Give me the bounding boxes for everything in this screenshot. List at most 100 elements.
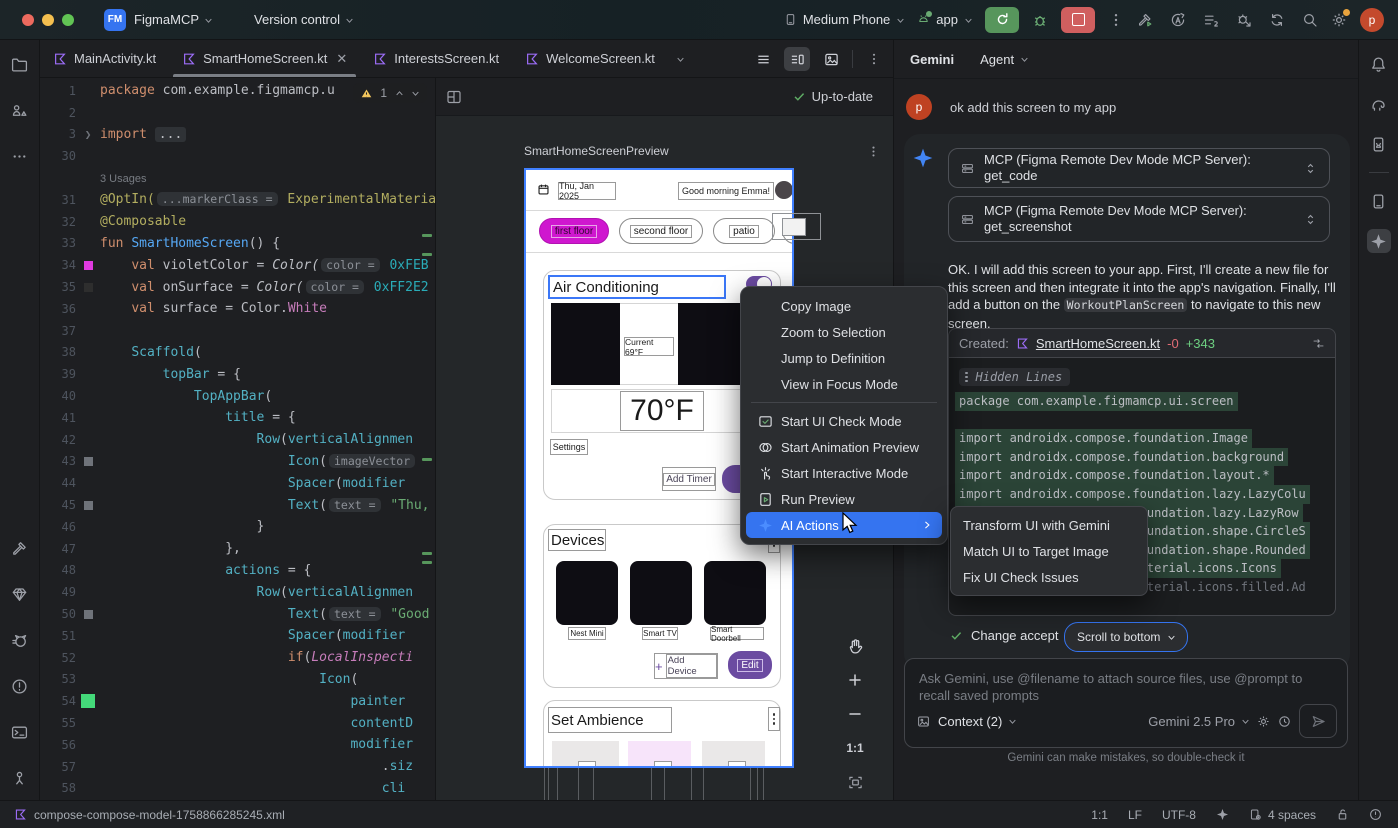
inspection-widget[interactable]: 1 — [353, 83, 427, 103]
editor-line[interactable]: 49 Row(verticalAlignmen — [40, 581, 435, 603]
indent-setting[interactable]: 4 spaces — [1249, 808, 1316, 822]
maximize-window-button[interactable] — [62, 14, 74, 26]
resource-manager-icon[interactable] — [8, 98, 32, 122]
gradle-elephant-icon[interactable] — [1367, 92, 1391, 116]
running-devices-icon[interactable] — [1367, 189, 1391, 213]
device-tile[interactable] — [704, 561, 766, 625]
tab-agent[interactable]: Agent — [980, 52, 1028, 67]
pan-hand-icon[interactable] — [842, 634, 868, 658]
expand-chevrons-icon[interactable] — [1304, 162, 1317, 175]
ac-panel-right[interactable] — [678, 303, 746, 385]
editor-line[interactable]: 30 — [40, 145, 435, 167]
preview-layout-icon[interactable] — [446, 89, 462, 105]
editor-line[interactable]: 51 Spacer(modifier — [40, 625, 435, 647]
gem-icon[interactable] — [8, 582, 32, 606]
editor-line[interactable]: 39 topBar = { — [40, 363, 435, 385]
more-actions-kebab-icon[interactable] — [1108, 12, 1124, 28]
device-tile[interactable] — [630, 561, 692, 625]
model-selector[interactable]: Gemini 2.5 Pro — [1148, 714, 1249, 729]
editor-line[interactable]: 57 .siz — [40, 756, 435, 778]
project-selector[interactable]: FigmaMCP — [134, 12, 212, 27]
editor-line[interactable]: 50 Text(text = "Good — [40, 603, 435, 625]
vcs-branch-icon[interactable] — [8, 766, 32, 790]
submenu-item-fix-ui-check-issues[interactable]: Fix UI Check Issues — [951, 564, 1147, 590]
menu-item-ai-actions[interactable]: AI Actions — [746, 512, 942, 538]
color-swatch[interactable] — [81, 694, 95, 708]
created-file-link[interactable]: SmartHomeScreen.kt — [1036, 336, 1160, 351]
add-device-button[interactable]: +Add Device — [654, 653, 718, 679]
design-view-button[interactable] — [818, 47, 844, 71]
context-selector[interactable]: Context (2) — [938, 714, 1016, 729]
chip-second-floor[interactable]: second floor — [619, 218, 703, 244]
ac-add-timer-button[interactable]: Add Timer — [662, 467, 716, 491]
tab-welcomescreen[interactable]: WelcomeScreen.kt — [512, 40, 697, 77]
app-insights-icon[interactable] — [1236, 12, 1252, 28]
prev-issue-icon[interactable] — [395, 89, 403, 97]
file-encoding[interactable]: UTF-8 — [1162, 808, 1196, 822]
stop-button[interactable] — [1061, 7, 1095, 33]
zoom-out-button[interactable] — [842, 702, 868, 726]
menu-item-start-ui-check-mode[interactable]: Start UI Check Mode — [746, 408, 942, 434]
settings-gear-icon[interactable] — [1331, 12, 1347, 28]
fold-arrow-icon[interactable]: ❯ — [85, 128, 92, 141]
ac-panel-left[interactable] — [551, 303, 620, 385]
editor-line[interactable]: 46 } — [40, 516, 435, 538]
editor-line[interactable]: 48 actions = { — [40, 560, 435, 582]
gemini-sparkle-icon[interactable] — [1216, 808, 1229, 821]
preview-options-kebab-icon[interactable] — [867, 144, 880, 158]
editor-line[interactable]: 38 Scaffold( — [40, 342, 435, 364]
tab-smarthomescreen[interactable]: SmartHomeScreen.kt ✕ — [169, 40, 360, 77]
code-view-button[interactable] — [750, 47, 776, 71]
editor-line[interactable]: 37 — [40, 320, 435, 342]
line-ending[interactable]: LF — [1128, 808, 1142, 822]
attach-image-icon[interactable] — [917, 715, 930, 728]
send-button[interactable] — [1299, 704, 1337, 738]
editor-line[interactable]: 45 Text(text = "Thu, — [40, 494, 435, 516]
tab-gemini[interactable]: Gemini — [910, 52, 954, 67]
zoom-in-button[interactable] — [842, 668, 868, 692]
editor-line[interactable]: 33fun SmartHomeScreen() { — [40, 233, 435, 255]
hammer-icon[interactable] — [8, 536, 32, 560]
device-selector[interactable]: Medium Phone — [784, 12, 904, 27]
color-swatch[interactable] — [84, 610, 93, 619]
editor-line[interactable]: 42 Row(verticalAlignmen — [40, 429, 435, 451]
minimize-window-button[interactable] — [42, 14, 54, 26]
chevron-down-icon[interactable] — [676, 55, 684, 63]
mcp-call-get-code[interactable]: MCP (Figma Remote Dev Mode MCP Server): … — [948, 148, 1330, 188]
device-manager-icon[interactable] — [1367, 132, 1391, 156]
editor-line[interactable]: 41 title = { — [40, 407, 435, 429]
mcp-call-get-screenshot[interactable]: MCP (Figma Remote Dev Mode MCP Server): … — [948, 196, 1330, 242]
diff-view-icon[interactable] — [1312, 337, 1325, 350]
menu-item-zoom-to-selection[interactable]: Zoom to Selection — [746, 319, 942, 345]
editor-line[interactable]: 54 painter — [40, 690, 435, 712]
folder-icon[interactable] — [8, 52, 32, 76]
bell-icon[interactable] — [1367, 52, 1391, 76]
menu-item-start-animation-preview[interactable]: Start Animation Preview — [746, 434, 942, 460]
run-configuration-selector[interactable]: app — [917, 12, 972, 27]
editor-line[interactable]: 35 val onSurface = Color(color = 0xFF2E2 — [40, 276, 435, 298]
editor-line[interactable]: 53 Icon( — [40, 669, 435, 691]
info-icon[interactable] — [1369, 808, 1382, 821]
submenu-item-transform-ui-with-gemini[interactable]: Transform UI with Gemini — [951, 512, 1147, 538]
history-clock-icon[interactable] — [1278, 715, 1291, 728]
menu-item-copy-image[interactable]: Copy Image — [746, 293, 942, 319]
editor-options-kebab-icon[interactable] — [861, 47, 887, 71]
tab-mainactivity[interactable]: MainActivity.kt — [40, 40, 169, 77]
menu-item-run-preview[interactable]: Run Preview — [746, 486, 942, 512]
code-editor[interactable]: 1package com.example.figmamcp.u23❯import… — [40, 78, 435, 800]
color-swatch[interactable] — [84, 501, 93, 510]
editor-line[interactable]: 36 val surface = Color.White — [40, 298, 435, 320]
edit-button[interactable]: Edit — [728, 651, 772, 679]
close-tab-icon[interactable]: ✕ — [336, 51, 347, 67]
ambience-kebab-icon[interactable] — [768, 707, 780, 731]
editor-line[interactable]: 31@OptIn(...markerClass = ExperimentalMa… — [40, 189, 435, 211]
profiler-icon[interactable] — [1170, 12, 1186, 28]
status-file-name[interactable]: compose-compose-model-1758866285245.xml — [34, 808, 285, 822]
menu-item-view-in-focus-mode[interactable]: View in Focus Mode — [746, 371, 942, 397]
debug-button[interactable] — [1032, 12, 1048, 28]
editor-line[interactable]: 34 val violetColor = Color(color = 0xFEB — [40, 254, 435, 276]
gemini-prompt-input[interactable]: Ask Gemini, use @filename to attach sour… — [904, 658, 1348, 748]
user-avatar[interactable]: p — [1360, 8, 1384, 32]
avatar[interactable] — [775, 181, 793, 199]
ac-title-selected[interactable]: Air Conditioning — [548, 275, 726, 299]
